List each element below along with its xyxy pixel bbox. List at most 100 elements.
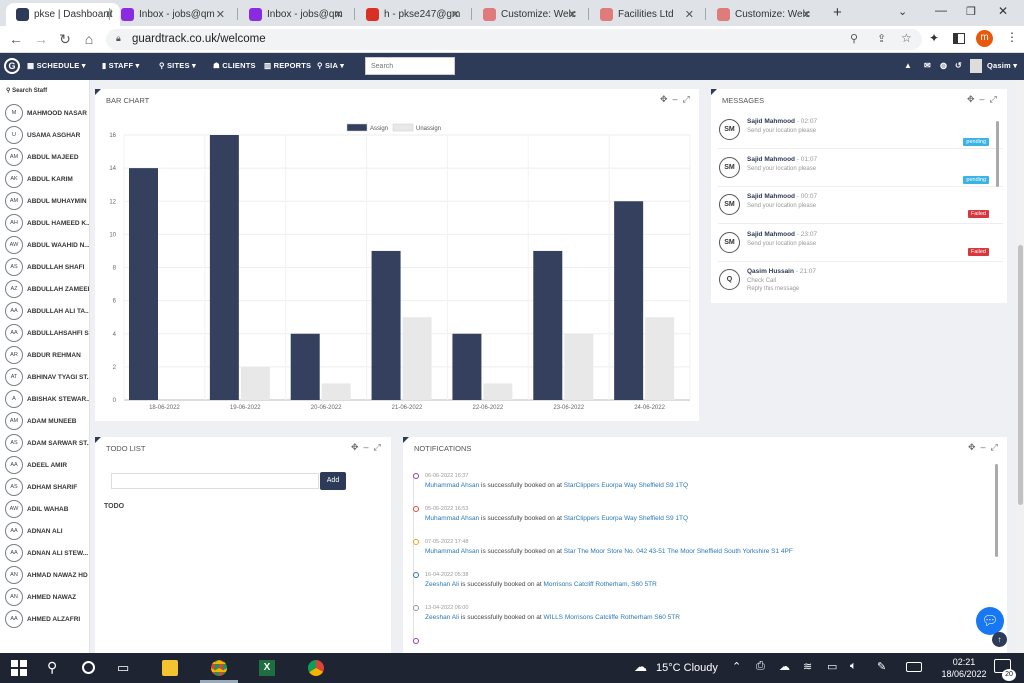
home-icon[interactable]: ⌂ bbox=[80, 31, 98, 47]
user-menu[interactable]: Qasim ▾ bbox=[987, 61, 1017, 70]
staff-list-item[interactable]: AR ABDUR REHMAN bbox=[5, 346, 89, 366]
nav-sia[interactable]: ⚲ SIA ▾ bbox=[317, 61, 344, 70]
message-item[interactable]: SM Sajid Mahmood - 01:07 Send your locatio… bbox=[718, 149, 1003, 187]
browser-tab[interactable]: Inbox - jobs@qm ✕ bbox=[239, 3, 349, 26]
todo-input[interactable] bbox=[111, 473, 319, 489]
chrome-profile-icon[interactable] bbox=[308, 660, 324, 676]
site-link[interactable]: StarClippers Euorpa Way Sheffield S9 1TQ bbox=[564, 515, 688, 522]
forward-icon[interactable]: → bbox=[32, 31, 50, 47]
network-icon[interactable]: ≋ bbox=[803, 660, 812, 673]
person-link[interactable]: Zeeshan Ali bbox=[425, 614, 459, 621]
extensions-icon[interactable]: ✦ bbox=[929, 31, 939, 45]
staff-list-item[interactable]: AA ADNAN ALI STEW... bbox=[5, 544, 89, 564]
staff-list-item[interactable]: AA ADNAN ALI bbox=[5, 522, 89, 542]
bookmark-star-icon[interactable]: ☆ bbox=[901, 31, 912, 45]
close-tab-icon[interactable]: ✕ bbox=[334, 8, 343, 21]
browser-tab[interactable]: Inbox - jobs@qm ✕ bbox=[111, 3, 231, 26]
message-scrollbar[interactable] bbox=[996, 121, 999, 187]
history-icon[interactable]: ↺ bbox=[955, 61, 962, 70]
message-item[interactable]: SM Sajid Mahmood - 02:07 Send your locatio… bbox=[718, 111, 1003, 149]
weather-text[interactable]: 15°C Cloudy bbox=[656, 662, 718, 674]
panel-tools[interactable]: ✥–⤢ bbox=[968, 442, 1003, 453]
staff-list-item[interactable]: AH ABDUL HAMEED K... bbox=[5, 214, 89, 234]
search-icon[interactable]: ⚲ bbox=[47, 659, 57, 676]
zoom-icon[interactable]: ⚲ bbox=[850, 32, 858, 45]
close-tab-icon[interactable]: ✕ bbox=[802, 8, 811, 21]
person-link[interactable]: Zeeshan Ali bbox=[425, 581, 459, 588]
staff-list-item[interactable]: AM ABDUL MAJEED bbox=[5, 148, 89, 168]
page-scrollbar-thumb[interactable] bbox=[1018, 245, 1023, 505]
browser-tab[interactable]: Customize: Welc ✕ bbox=[473, 3, 583, 26]
nav-sites[interactable]: ⚲ SITES ▾ bbox=[159, 61, 196, 70]
panel-tools[interactable]: ✥–⤢ bbox=[967, 94, 1002, 105]
close-tab-icon[interactable]: ✕ bbox=[568, 8, 577, 21]
globe-icon[interactable]: ◍ bbox=[940, 61, 947, 70]
user-avatar[interactable] bbox=[970, 59, 982, 73]
add-todo-button[interactable]: Add bbox=[320, 472, 346, 490]
clock-date[interactable]: 18/06/2022 bbox=[936, 669, 992, 679]
cortana-icon[interactable] bbox=[82, 661, 95, 674]
scroll-top-icon[interactable]: ↑ bbox=[992, 632, 1007, 647]
address-bar[interactable]: 🔒︎ guardtrack.co.uk/welcome ⚲ ⇪ ☆ bbox=[106, 29, 922, 50]
staff-list-item[interactable]: AS ADHAM SHARIF bbox=[5, 478, 89, 498]
pen-icon[interactable]: ✎ bbox=[877, 660, 886, 673]
person-link[interactable]: Muhammad Ahsan bbox=[425, 548, 479, 555]
staff-list-item[interactable]: AZ ABDULLAH ZAMEER bbox=[5, 280, 89, 300]
minimize-icon[interactable]: — bbox=[935, 3, 947, 17]
notifications-scrollbar[interactable] bbox=[995, 464, 998, 557]
staff-list-item[interactable]: AW ABDUL WAAHID N... bbox=[5, 236, 89, 256]
staff-list-item[interactable]: M MAHMOOD NASAR bbox=[5, 104, 89, 124]
nav-schedule[interactable]: ▦ SCHEDULE ▾ bbox=[27, 61, 86, 70]
close-tab-icon[interactable]: ✕ bbox=[451, 8, 460, 21]
staff-list-item[interactable]: U USAMA ASGHAR bbox=[5, 126, 89, 146]
nav-staff[interactable]: ▮ STAFF ▾ bbox=[102, 61, 139, 70]
tab-search-icon[interactable]: ⌄ bbox=[898, 5, 907, 18]
staff-list-item[interactable]: AS ADAM SARWAR ST... bbox=[5, 434, 89, 454]
person-link[interactable]: Muhammad Ahsan bbox=[425, 515, 479, 522]
new-tab-icon[interactable]: + bbox=[833, 4, 842, 21]
browser-tab[interactable]: Facilities Ltd ✕ bbox=[590, 3, 700, 26]
onedrive-icon[interactable]: ☁ bbox=[779, 660, 790, 673]
staff-list-item[interactable]: AA ABDULLAHSAHFI S... bbox=[5, 324, 89, 344]
site-link[interactable]: Star The Moor Store No. 042 43-51 The Mo… bbox=[564, 548, 793, 555]
sidepanel-icon[interactable] bbox=[953, 33, 965, 44]
reload-icon[interactable]: ↻ bbox=[56, 31, 74, 48]
staff-list-item[interactable]: AT ABHINAV TYAGI ST... bbox=[5, 368, 89, 388]
back-icon[interactable]: ← bbox=[7, 31, 25, 47]
volume-icon[interactable]: 🔈︎ bbox=[850, 660, 857, 673]
staff-list-item[interactable]: AN AHMED NAWAZ bbox=[5, 588, 89, 608]
person-link[interactable]: Muhammad Ahsan bbox=[425, 482, 479, 489]
tray-app-icon[interactable]: ⎙ bbox=[756, 660, 765, 673]
close-tab-icon[interactable]: ✕ bbox=[685, 8, 694, 21]
display-icon[interactable]: ▭ bbox=[827, 660, 837, 673]
staff-list-item[interactable]: AW ADIL WAHAB bbox=[5, 500, 89, 520]
staff-list-item[interactable]: AN AHMAD NAWAZ HD bbox=[5, 566, 89, 586]
clock-time[interactable]: 02:21 bbox=[940, 657, 988, 667]
staff-list-item[interactable]: AA ABDULLAH ALI TA... bbox=[5, 302, 89, 322]
excel-icon[interactable]: X bbox=[259, 660, 275, 676]
page-scrollbar[interactable] bbox=[1017, 80, 1024, 653]
task-view-icon[interactable]: ▭ bbox=[117, 660, 129, 676]
mail-icon[interactable]: ✉ bbox=[924, 61, 931, 70]
close-tab-icon[interactable]: ✕ bbox=[216, 8, 225, 21]
browser-tab[interactable]: h - pkse247@gm ✕ bbox=[356, 3, 466, 26]
share-icon[interactable]: ⇪ bbox=[877, 32, 886, 45]
app-logo[interactable]: G bbox=[4, 58, 20, 74]
site-link[interactable]: Morrisons Catcliff Rotherham, S60 5TR bbox=[544, 581, 657, 588]
file-explorer-icon[interactable] bbox=[162, 660, 178, 676]
windows-start-icon[interactable] bbox=[11, 660, 27, 676]
panel-tools[interactable]: ✥–⤢ bbox=[351, 442, 386, 453]
nav-search-input[interactable] bbox=[365, 57, 455, 75]
alert-icon[interactable]: ▲ bbox=[904, 61, 912, 70]
browser-tab[interactable]: pkse | Dashboard✕ bbox=[6, 3, 120, 26]
staff-list-item[interactable]: AK ABDUL KARIM bbox=[5, 170, 89, 190]
profile-avatar[interactable]: m bbox=[976, 30, 993, 47]
close-window-icon[interactable]: ✕ bbox=[998, 4, 1008, 18]
staff-list-item[interactable]: AA AHMED ALZAFRI bbox=[5, 610, 89, 630]
tray-chevron-icon[interactable]: ⌃ bbox=[732, 660, 741, 673]
staff-list-item[interactable]: A ABISHAK STEWAR... bbox=[5, 390, 89, 410]
nav-clients[interactable]: ☗ CLIENTS bbox=[213, 61, 256, 70]
staff-list-item[interactable]: AM ABDUL MUHAYMIN bbox=[5, 192, 89, 212]
staff-list-item[interactable]: AA ADEEL AMIR bbox=[5, 456, 89, 476]
site-link[interactable]: WILLS Morrisons Catcliffe Rotherham S60 … bbox=[544, 614, 680, 621]
